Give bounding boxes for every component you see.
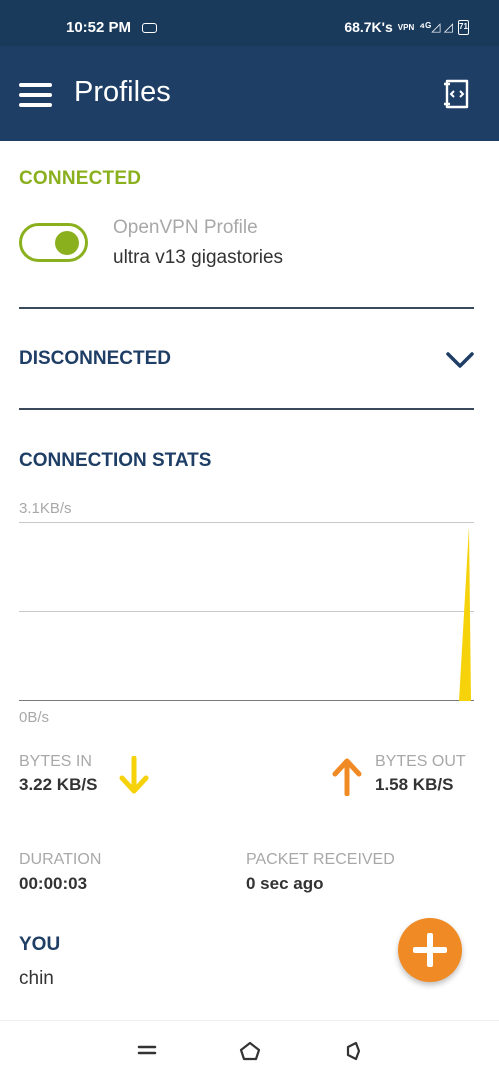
connected-heading: CONNECTED <box>19 168 142 189</box>
status-bar: 10:52 PM 68.7K's VPN ⁴ᴳ◿ ◿ 71 <box>0 0 499 46</box>
traffic-graph: 3.1KB/s 0B/s <box>19 498 474 733</box>
profile-connection-toggle[interactable] <box>19 223 88 262</box>
packet-received-label: PACKET RECEIVED <box>246 851 395 868</box>
bytes-out-value: 1.58 KB/S <box>375 775 454 794</box>
bytes-in-spike <box>459 526 471 701</box>
network-speed: 68.7K's <box>344 19 393 35</box>
back-icon[interactable] <box>342 1041 364 1061</box>
status-indicators: 68.7K's VPN ⁴ᴳ◿ ◿ 71 <box>344 19 469 35</box>
chevron-down-icon[interactable] <box>445 350 475 370</box>
graph-baseline <box>19 700 474 701</box>
profile-type: OpenVPN Profile <box>113 217 258 238</box>
disconnected-heading[interactable]: DISCONNECTED <box>19 348 171 370</box>
packet-received-value: 0 sec ago <box>246 874 324 893</box>
system-nav-bar <box>0 1020 499 1080</box>
battery-icon: 71 <box>458 19 469 35</box>
status-time: 10:52 PM <box>66 19 132 36</box>
bytes-in-value: 3.22 KB/S <box>19 775 98 794</box>
arrow-down-icon <box>119 756 149 794</box>
bytes-out-label: BYTES OUT <box>375 753 466 770</box>
add-profile-button[interactable] <box>398 918 462 982</box>
home-icon[interactable] <box>239 1041 261 1061</box>
bytes-in-label: BYTES IN <box>19 753 92 770</box>
hamburger-menu-icon[interactable] <box>19 83 52 107</box>
recent-apps-icon[interactable] <box>136 1041 158 1061</box>
toggle-knob <box>55 231 79 255</box>
divider <box>19 408 474 410</box>
profile-name[interactable]: ultra v13 gigastories <box>113 247 283 269</box>
graph-gridline-mid <box>19 611 474 612</box>
connection-stats-heading: CONNECTION STATS <box>19 450 212 471</box>
divider <box>19 307 474 309</box>
duration-value: 00:00:03 <box>19 874 88 893</box>
import-file-icon[interactable] <box>441 78 473 110</box>
message-notification-icon <box>142 23 157 33</box>
duration-label: DURATION <box>19 851 102 868</box>
vpn-indicator: VPN <box>397 22 415 32</box>
arrow-up-icon <box>332 758 362 796</box>
you-label: YOU <box>19 934 61 955</box>
app-bar: Profiles <box>0 46 499 141</box>
page-title: Profiles <box>74 76 171 108</box>
graph-min-label: 0B/s <box>19 709 50 726</box>
graph-gridline-top <box>19 522 474 523</box>
signal-icon: ⁴ᴳ◿ ◿ <box>419 20 453 34</box>
you-value: chin <box>19 968 54 989</box>
graph-max-label: 3.1KB/s <box>19 500 72 517</box>
